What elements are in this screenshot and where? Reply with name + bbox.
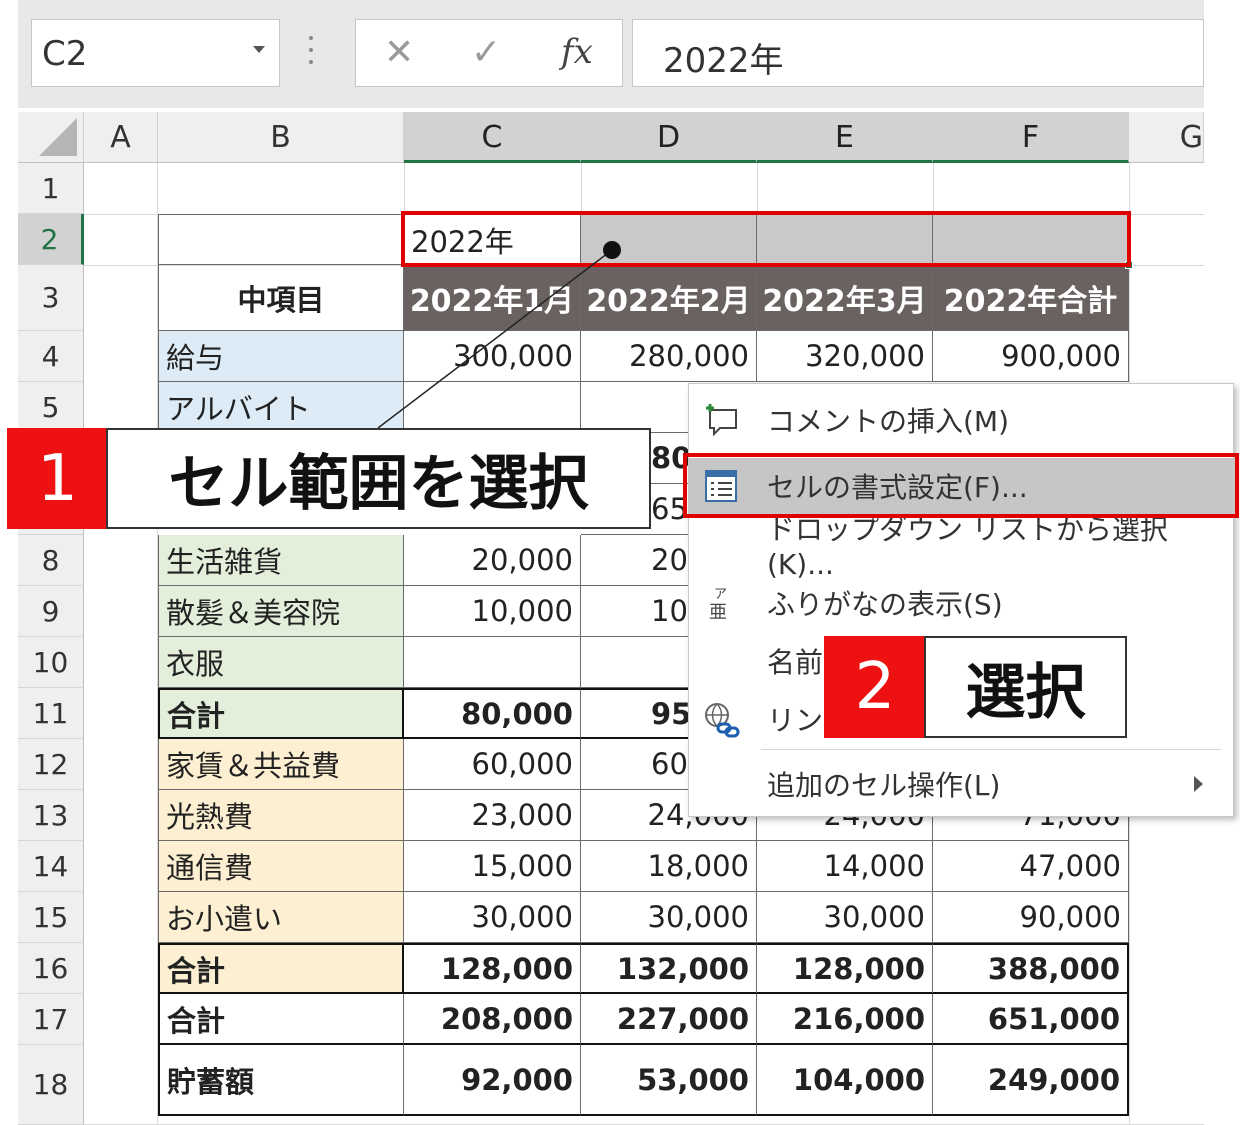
menu-label: コメントの挿入(M)	[767, 405, 1010, 438]
menu-item-dropdown-pick[interactable]: ドロップダウン リストから選択(K)...	[689, 513, 1233, 581]
submenu-arrow-icon	[1194, 776, 1203, 792]
step2-label: 選択	[924, 636, 1127, 738]
format-cells-highlight	[683, 453, 1239, 518]
comment-insert-icon	[701, 400, 741, 440]
menu-label: 追加のセル操作(L)	[767, 769, 1001, 802]
step1-label: セル範囲を選択	[106, 428, 651, 529]
menu-separator	[761, 749, 1221, 750]
context-menu: コメントの挿入(M) セルの書式設定(F)... ドロップダウン リストから選択…	[688, 383, 1234, 817]
menu-label: 名前	[767, 646, 824, 679]
step2-number: 2	[824, 636, 926, 738]
step1-number: 1	[7, 428, 108, 529]
svg-text:亜: 亜	[709, 602, 727, 622]
menu-item-show-furigana[interactable]: ア亜 ふりがなの表示(S)	[689, 575, 1233, 631]
furigana-icon: ア亜	[701, 583, 741, 623]
svg-text:ア: ア	[714, 587, 727, 602]
menu-label: ふりがなの表示(S)	[767, 588, 1003, 621]
link-icon	[701, 699, 741, 739]
menu-item-insert-comment[interactable]: コメントの挿入(M)	[689, 392, 1233, 448]
menu-item-more-cell-actions[interactable]: 追加のセル操作(L)	[689, 756, 1233, 812]
menu-label: ドロップダウン リストから選択(K)...	[767, 512, 1168, 581]
